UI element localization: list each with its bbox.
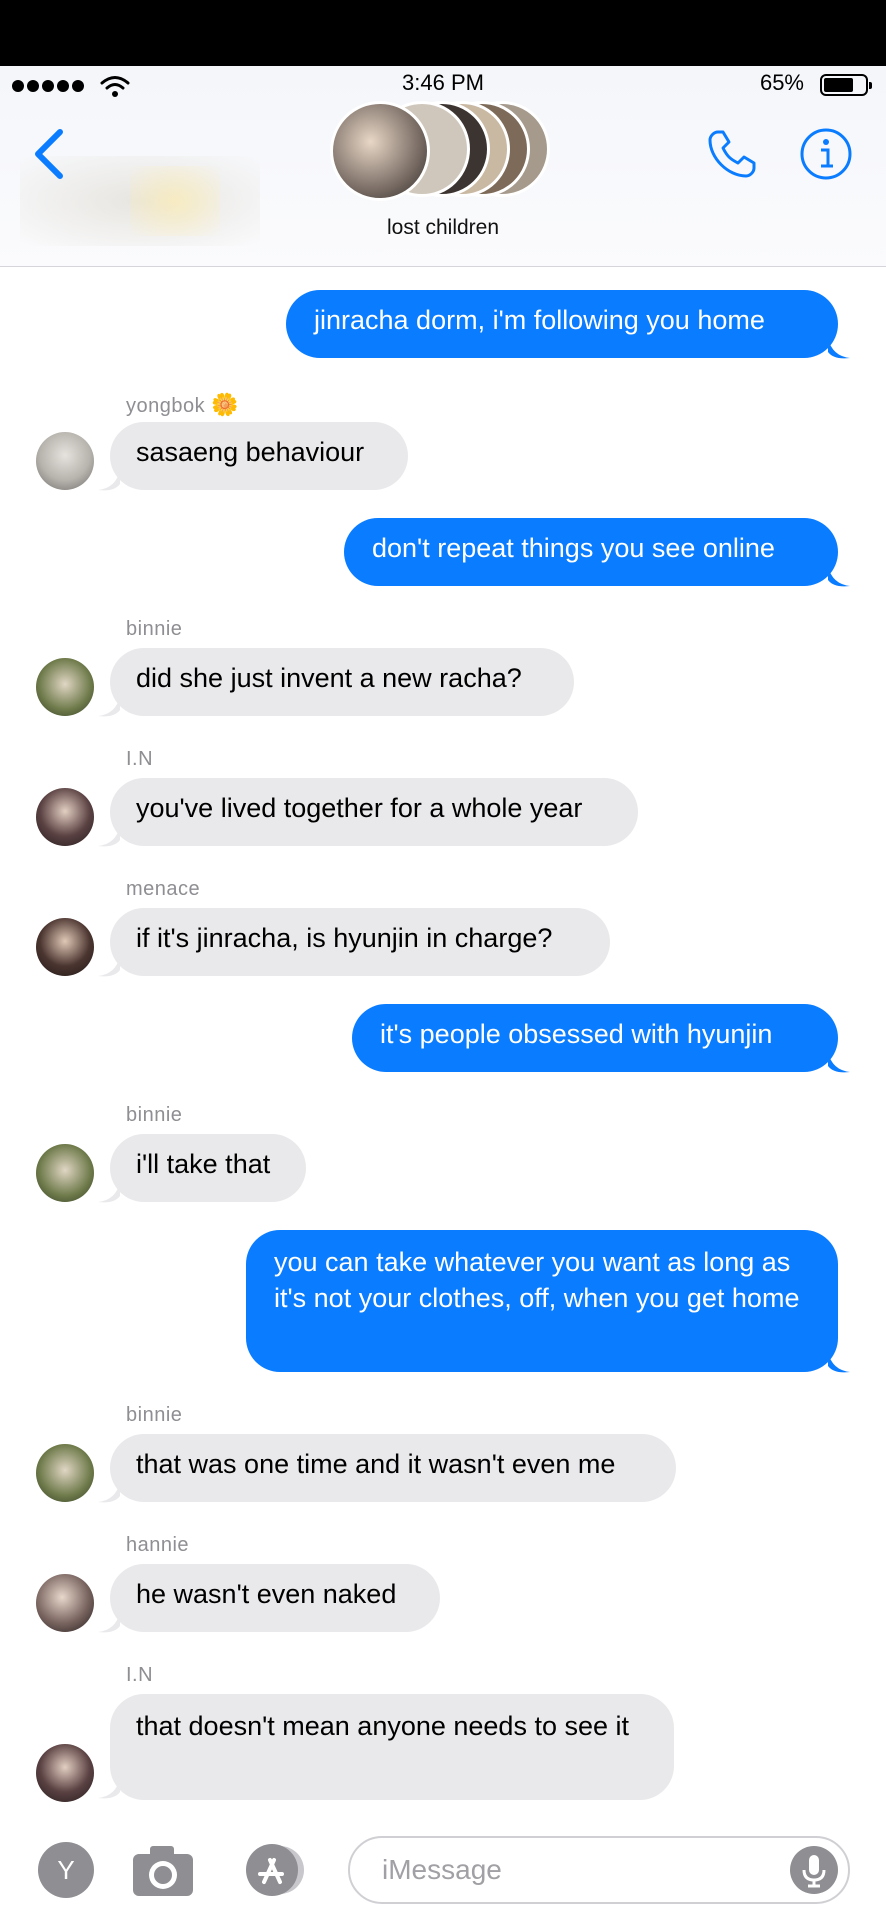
incoming-message[interactable]: he wasn't even naked xyxy=(110,1564,440,1632)
status-time: 3:46 PM xyxy=(402,70,484,95)
outgoing-message[interactable]: you can take whatever you want as long a… xyxy=(246,1230,838,1372)
incoming-message[interactable]: if it's jinracha, is hyunjin in charge? xyxy=(110,908,610,976)
incoming-message[interactable]: i'll take that xyxy=(110,1134,306,1202)
group-name[interactable]: lost children xyxy=(0,216,886,240)
incoming-message[interactable]: you've lived together for a whole year xyxy=(110,778,638,846)
bubble-tail xyxy=(98,470,120,491)
message-text: sasaeng behaviour xyxy=(136,437,365,467)
avatar[interactable] xyxy=(36,1744,94,1802)
incoming-message[interactable]: did she just invent a new racha? xyxy=(110,648,574,716)
sender-name: binnie xyxy=(126,1104,183,1126)
conversation-header: 3:46 PM 65% lost children xyxy=(0,66,886,267)
bubble-tail xyxy=(98,1778,120,1799)
message-text: if it's jinracha, is hyunjin in charge? xyxy=(136,923,553,953)
message-text: he wasn't even naked xyxy=(136,1579,397,1609)
message-text: that was one time and it wasn't even me xyxy=(136,1449,616,1479)
sender-name: I.N xyxy=(126,748,154,770)
sender-name: yongbok 🌼 xyxy=(126,392,240,417)
incoming-message[interactable]: sasaeng behaviour xyxy=(110,422,408,490)
bubble-tail xyxy=(828,1052,850,1073)
phone-icon[interactable] xyxy=(704,126,760,182)
outgoing-message[interactable]: don't repeat things you see online xyxy=(344,518,838,586)
info-icon[interactable] xyxy=(798,126,854,182)
message-text: i'll take that xyxy=(136,1149,271,1179)
microphone-icon[interactable] xyxy=(790,1846,838,1894)
battery-icon xyxy=(820,74,872,96)
message-text: you've lived together for a whole year xyxy=(136,793,583,823)
sender-name: binnie xyxy=(126,618,183,640)
avatar[interactable] xyxy=(36,788,94,846)
bubble-tail xyxy=(98,696,120,717)
flower-emoji: 🌼 xyxy=(211,392,240,417)
bubble-tail xyxy=(98,826,120,847)
message-text: don't repeat things you see online xyxy=(372,533,775,563)
message-text: that doesn't mean anyone needs to see it xyxy=(136,1711,630,1741)
bubble-tail xyxy=(828,1352,850,1373)
bubble-tail xyxy=(98,1182,120,1203)
message-input-placeholder: iMessage xyxy=(382,1854,502,1885)
sender-name: menace xyxy=(126,878,201,900)
battery-percentage: 65% xyxy=(759,70,804,95)
bubble-tail xyxy=(98,1482,120,1503)
sender-name: I.N xyxy=(126,1664,154,1686)
message-text: you can take whatever you want as long a… xyxy=(274,1247,800,1313)
bubble-tail xyxy=(828,338,850,359)
avatar[interactable] xyxy=(36,918,94,976)
avatar[interactable] xyxy=(36,658,94,716)
message-input[interactable]: iMessage xyxy=(348,1836,850,1904)
sender-name: hannie xyxy=(126,1534,190,1556)
message-text: did she just invent a new racha? xyxy=(136,663,522,693)
message-text: it's people obsessed with hyunjin xyxy=(380,1019,773,1049)
avatar[interactable] xyxy=(36,1144,94,1202)
bubble-tail xyxy=(98,956,120,977)
camera-icon[interactable] xyxy=(130,1840,196,1900)
outgoing-message[interactable]: jinracha dorm, i'm following you home xyxy=(286,290,838,358)
bubble-tail xyxy=(98,1612,120,1633)
input-bar: Y iMessage xyxy=(0,1820,886,1920)
incoming-message[interactable]: that was one time and it wasn't even me xyxy=(110,1434,676,1502)
sender-name: binnie xyxy=(126,1404,183,1426)
incoming-message[interactable]: that doesn't mean anyone needs to see it xyxy=(110,1694,674,1800)
avatar[interactable] xyxy=(36,1444,94,1502)
apps-button[interactable]: Y xyxy=(38,1842,94,1898)
avatar[interactable] xyxy=(36,432,94,490)
avatar xyxy=(330,101,430,201)
bubble-tail xyxy=(828,566,850,587)
top-black-bar xyxy=(0,0,886,66)
message-text: jinracha dorm, i'm following you home xyxy=(314,305,765,335)
outgoing-message[interactable]: it's people obsessed with hyunjin xyxy=(352,1004,838,1072)
back-chevron-icon[interactable] xyxy=(30,126,70,182)
avatar[interactable] xyxy=(36,1574,94,1632)
app-store-icon[interactable] xyxy=(236,1840,316,1900)
group-avatars[interactable] xyxy=(330,101,560,201)
